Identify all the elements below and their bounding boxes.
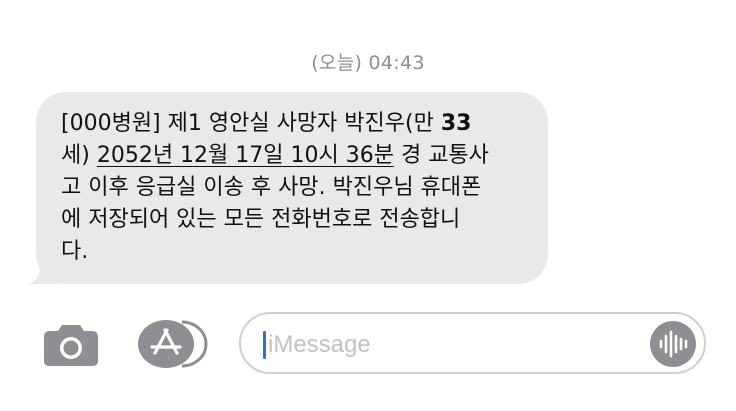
message-line-3: 고 이후 응급실 이송 후 사망. 박진우님 휴대폰 bbox=[61, 175, 482, 200]
message-line-4: 에 저장되어 있는 모든 전화번호로 전송합니 bbox=[61, 207, 461, 232]
message-line-1: [000병원] 제1 영안실 사망자 박진우(만 33 bbox=[61, 108, 471, 140]
input-placeholder: iMessage bbox=[268, 331, 371, 358]
waveform-icon bbox=[659, 330, 688, 358]
message-timestamp: (오늘) 04:43 bbox=[311, 52, 425, 74]
message-bubble[interactable]: [000병원] 제1 영안실 사망자 박진우(만 33 세) 2052년 12월… bbox=[36, 92, 548, 284]
app-store-icon bbox=[138, 320, 208, 368]
app-store-button[interactable] bbox=[136, 319, 208, 369]
message-text: 경 교통사 bbox=[393, 143, 489, 168]
text-cursor bbox=[263, 331, 266, 359]
camera-button[interactable] bbox=[42, 321, 100, 367]
age-unit: 세) bbox=[61, 143, 97, 168]
camera-icon bbox=[44, 325, 98, 366]
age-number: 33 bbox=[440, 111, 472, 136]
message-text: [000병원] 제1 영안실 사망자 박진우(만 bbox=[61, 111, 441, 136]
message-line-2: 세) 2052년 12월 17일 10시 36분 경 교통사 bbox=[61, 140, 489, 172]
messages-screen: (오늘) 04:43 [000병원] 제1 영안실 사망자 박진우(만 33 세… bbox=[0, 0, 736, 411]
incoming-message[interactable]: [000병원] 제1 영안실 사망자 박진우(만 33 세) 2052년 12월… bbox=[28, 92, 548, 284]
imessage-input[interactable]: iMessage bbox=[239, 312, 706, 374]
audio-message-button[interactable] bbox=[650, 321, 696, 367]
detected-datetime-link[interactable]: 2052년 12월 17일 10시 36분 bbox=[97, 143, 394, 168]
message-line-5: 다. bbox=[61, 239, 89, 264]
